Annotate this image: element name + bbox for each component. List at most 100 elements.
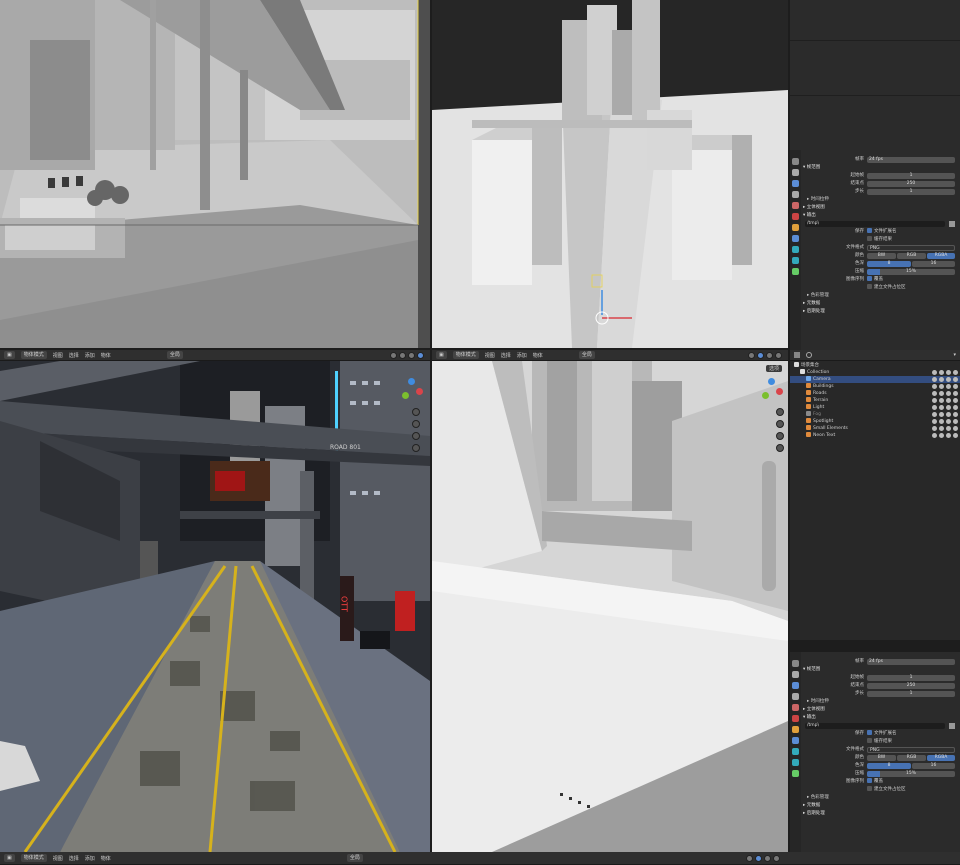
- frame-step-field[interactable]: 1: [867, 189, 955, 195]
- placeholders-checkbox[interactable]: 建立文件占位区: [867, 284, 906, 292]
- navigation-gizmo-br[interactable]: [760, 378, 784, 402]
- editor-type-button-bottom[interactable]: ▣: [4, 854, 15, 862]
- camera-render-icon[interactable]: [953, 426, 958, 431]
- object-tab-icon[interactable]: [792, 224, 799, 231]
- outliner-filter-icon[interactable]: ▾: [953, 352, 956, 358]
- depth-8-button[interactable]: 8: [867, 261, 911, 267]
- camera-view-icon-br[interactable]: [776, 432, 784, 440]
- outliner-row[interactable]: Fog: [790, 411, 960, 418]
- frame-start-field[interactable]: 1: [867, 675, 955, 681]
- modifier-tab-icon[interactable]: [792, 235, 799, 242]
- viewport-street-solid[interactable]: ▣ 物体模式 视图 选择 添加 物体 全局 选项: [432, 350, 788, 852]
- editor-type-button[interactable]: ▣: [4, 351, 15, 359]
- camera-render-icon[interactable]: [953, 370, 958, 375]
- checkbox-icon[interactable]: [932, 433, 937, 438]
- gizmo-z-icon[interactable]: [408, 378, 415, 385]
- checkbox-icon[interactable]: [932, 405, 937, 410]
- select-icon[interactable]: [939, 426, 944, 431]
- color-management-section[interactable]: 色彩管理: [811, 293, 829, 298]
- outliner-row[interactable]: Terrain: [790, 397, 960, 404]
- menu-view[interactable]: 视图: [53, 352, 63, 359]
- camera-render-icon[interactable]: [953, 384, 958, 389]
- eye-icon[interactable]: [946, 419, 951, 424]
- checkbox-icon[interactable]: [932, 426, 937, 431]
- object-tab-icon[interactable]: [792, 726, 799, 733]
- menu-add[interactable]: 添加: [85, 352, 95, 359]
- gizmo-y-icon[interactable]: [402, 392, 409, 399]
- time-stretch-section[interactable]: 时间拉伸: [811, 197, 829, 202]
- output-path-field[interactable]: /tmp\: [805, 723, 945, 729]
- gizmo-x-icon-br[interactable]: [776, 388, 783, 395]
- checkbox-icon[interactable]: [932, 412, 937, 417]
- eye-icon[interactable]: [946, 377, 951, 382]
- wireframe-shading-icon[interactable]: [390, 351, 397, 359]
- color-management-section[interactable]: 色彩管理: [811, 795, 829, 800]
- metadata-section[interactable]: 元数据: [807, 803, 821, 808]
- select-icon[interactable]: [939, 433, 944, 438]
- file-ext-checkbox[interactable]: 文件扩展名: [867, 730, 897, 738]
- folder-icon[interactable]: [949, 221, 955, 227]
- orientation-dropdown-br[interactable]: 全局: [578, 351, 595, 359]
- perspective-toggle-icon-br[interactable]: [776, 444, 784, 452]
- outliner-row[interactable]: Collection: [790, 369, 960, 376]
- color-rgba-button[interactable]: RGBA: [927, 755, 955, 761]
- frame-end-field[interactable]: 250: [867, 683, 955, 689]
- modifier-tab-icon[interactable]: [792, 737, 799, 744]
- eye-icon[interactable]: [946, 398, 951, 403]
- select-icon[interactable]: [939, 384, 944, 389]
- material-shading-icon-br[interactable]: [766, 351, 773, 359]
- time-stretch-section[interactable]: 时间拉伸: [811, 699, 829, 704]
- depth-8-button[interactable]: 8: [867, 763, 911, 769]
- frame-end-field[interactable]: 250: [867, 181, 955, 187]
- menu-view-br[interactable]: 视图: [485, 352, 495, 359]
- world-tab-icon[interactable]: [792, 715, 799, 722]
- checkbox-icon[interactable]: [932, 384, 937, 389]
- tool-tab-icon[interactable]: [792, 660, 799, 667]
- compression-slider[interactable]: 15%: [867, 269, 955, 275]
- color-rgb-button[interactable]: RGB: [897, 253, 926, 259]
- data-tab-icon[interactable]: [792, 770, 799, 777]
- select-icon[interactable]: [939, 377, 944, 382]
- solid-shading-icon-bottom[interactable]: [755, 854, 762, 862]
- select-icon[interactable]: [939, 398, 944, 403]
- tool-tab-icon[interactable]: [792, 158, 799, 165]
- cache-result-checkbox[interactable]: 缓存结果: [867, 236, 892, 244]
- pan-tool-icon[interactable]: [412, 420, 420, 428]
- scene-collection-row[interactable]: 场景集合: [790, 362, 960, 369]
- navigation-gizmo[interactable]: [400, 378, 424, 402]
- menu-select[interactable]: 选择: [69, 352, 79, 359]
- physics-tab-icon[interactable]: [792, 246, 799, 253]
- checkbox-icon[interactable]: [932, 419, 937, 424]
- viewport-street-rendered[interactable]: ▣ 物体模式 视图 选择 添加 物体 全局 OTT ROAD 801: [0, 350, 430, 852]
- eye-icon[interactable]: [946, 405, 951, 410]
- scene-tab-icon[interactable]: [792, 704, 799, 711]
- compression-slider[interactable]: 15%: [867, 771, 955, 777]
- color-rgb-button[interactable]: RGB: [897, 755, 926, 761]
- constraint-tab-icon[interactable]: [792, 759, 799, 766]
- outliner-row[interactable]: Camera: [790, 376, 960, 383]
- color-bw-button[interactable]: BW: [867, 253, 896, 259]
- editor-type-button-br[interactable]: ▣: [436, 351, 447, 359]
- render-tab-icon[interactable]: [792, 169, 799, 176]
- frame-range-section[interactable]: 帧范围: [807, 667, 821, 672]
- rendered-shading-icon-bottom[interactable]: [773, 854, 780, 862]
- checkbox-icon[interactable]: [932, 377, 937, 382]
- color-rgba-button[interactable]: RGBA: [927, 253, 955, 259]
- output-section[interactable]: 输出: [807, 213, 816, 218]
- output-tab-icon[interactable]: [792, 682, 799, 689]
- file-format-dropdown[interactable]: PNG: [867, 245, 955, 251]
- post-processing-section[interactable]: 后期处理: [807, 309, 825, 314]
- camera-render-icon[interactable]: [953, 433, 958, 438]
- orientation-dropdown-bottom[interactable]: 全局: [346, 854, 363, 862]
- material-shading-icon-bottom[interactable]: [764, 854, 771, 862]
- render-tab-icon[interactable]: [792, 671, 799, 678]
- overwrite-checkbox[interactable]: 覆盖: [867, 778, 883, 786]
- color-bw-button[interactable]: BW: [867, 755, 896, 761]
- solid-shading-icon[interactable]: [399, 351, 406, 359]
- menu-object-br[interactable]: 物体: [533, 352, 543, 359]
- stereoscopy-section[interactable]: 立体视图: [807, 707, 825, 712]
- material-shading-icon[interactable]: [408, 351, 415, 359]
- outliner-row[interactable]: Buildings: [790, 383, 960, 390]
- file-format-dropdown[interactable]: PNG: [867, 747, 955, 753]
- metadata-section[interactable]: 元数据: [807, 301, 821, 306]
